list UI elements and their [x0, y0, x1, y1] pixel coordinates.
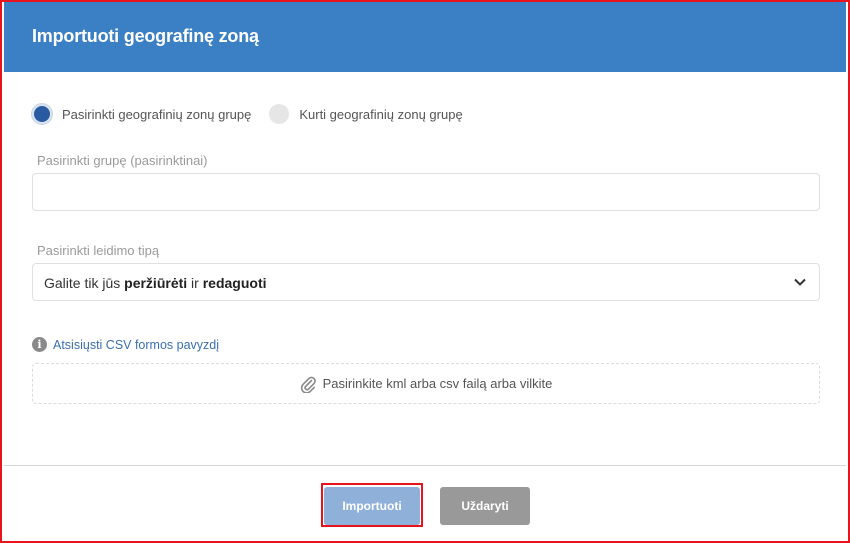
info-icon: i	[32, 337, 47, 352]
file-dropzone[interactable]: Pasirinkite kml arba csv failą arba vilk…	[32, 363, 820, 404]
group-mode-radio-group: Pasirinkti geografinių zonų grupę Kurti …	[32, 102, 481, 126]
dialog-header: Importuoti geografinę zoną	[4, 2, 846, 72]
dialog-title: Importuoti geografinę zoną	[32, 26, 259, 46]
csv-sample-row: i Atsisiųsti CSV formos pavyzdį	[32, 337, 219, 352]
permission-value-and: ir	[191, 275, 199, 291]
download-csv-sample-link[interactable]: Atsisiųsti CSV formos pavyzdį	[53, 338, 219, 352]
radio-create-group[interactable]: Kurti geografinių zonų grupę	[269, 104, 463, 124]
radio-create-group-label: Kurti geografinių zonų grupę	[299, 106, 463, 122]
chevron-down-icon[interactable]	[793, 275, 807, 289]
permission-field-label: Pasirinkti leidimo tipą	[37, 243, 160, 258]
import-geo-zone-dialog: Importuoti geografinę zoną Pasirinkti ge…	[0, 0, 850, 543]
group-field-label: Pasirinkti grupę (pasirinktinai)	[37, 153, 208, 168]
close-button[interactable]: Uždaryti	[440, 487, 530, 525]
permission-value-edit: redaguoti	[202, 275, 267, 291]
permission-selected-value: Galite tik jūs peržiūrėti ir redaguoti	[44, 275, 267, 291]
permission-value-view: peržiūrėti	[124, 275, 188, 291]
radio-select-group[interactable]: Pasirinkti geografinių zonų grupę	[32, 104, 251, 124]
radio-unselected-icon[interactable]	[269, 104, 290, 124]
radio-selected-icon[interactable]	[32, 104, 52, 124]
permission-type-select[interactable]: Galite tik jūs peržiūrėti ir redaguoti	[32, 263, 820, 301]
footer-divider	[4, 465, 846, 466]
paperclip-icon	[300, 376, 316, 393]
dropzone-text: Pasirinkite kml arba csv failą arba vilk…	[322, 376, 553, 391]
import-button[interactable]: Importuoti	[324, 487, 420, 525]
permission-value-prefix: Galite tik jūs	[44, 275, 121, 291]
group-select-input[interactable]	[32, 173, 820, 211]
radio-select-group-label: Pasirinkti geografinių zonų grupę	[62, 106, 252, 122]
